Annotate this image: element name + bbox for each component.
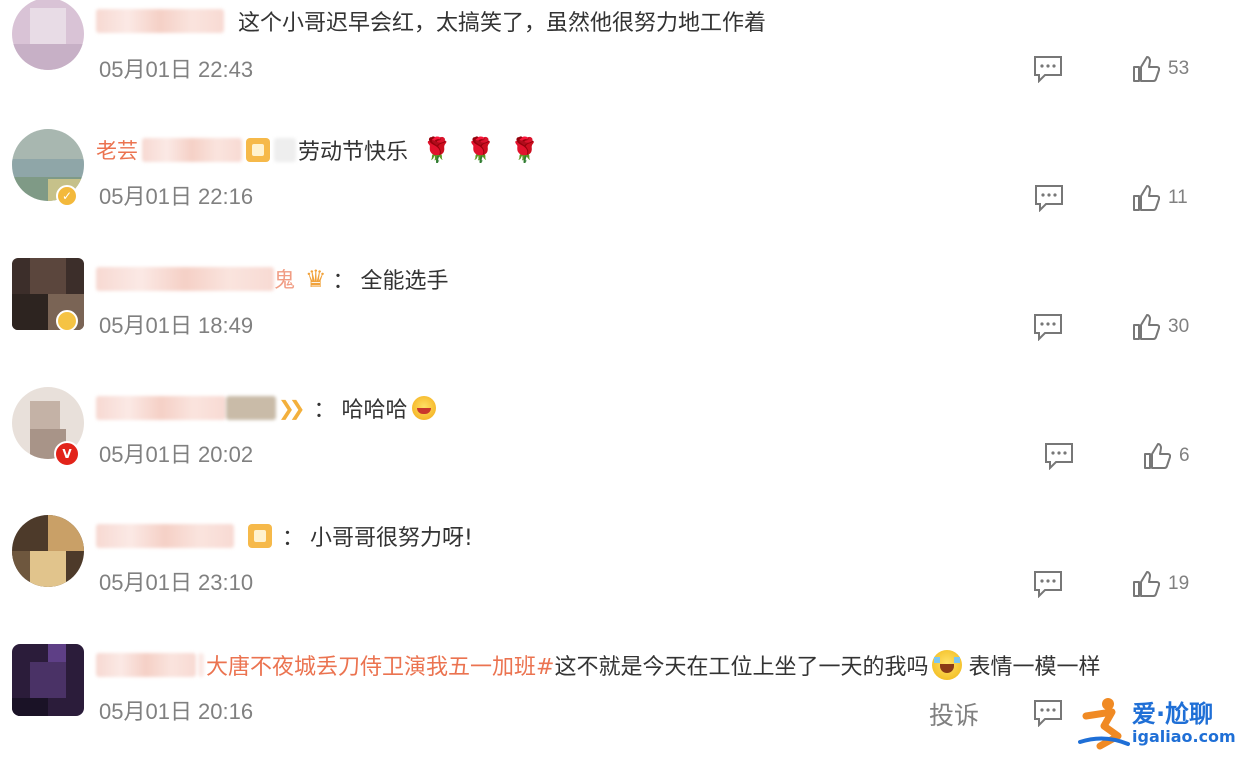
separator: ： xyxy=(282,526,305,551)
like-button[interactable]: 19 xyxy=(1132,567,1189,601)
like-count: 19 xyxy=(1168,573,1190,594)
rose-emoji-icon: 🌹 xyxy=(509,136,540,164)
like-count: 6 xyxy=(1179,445,1190,466)
thumbs-up-icon xyxy=(1133,314,1160,340)
comment-line: ： 小哥哥很努力呀! xyxy=(96,519,473,553)
reply-button[interactable] xyxy=(1033,313,1063,341)
like-count: 53 xyxy=(1168,58,1190,79)
avatar-pixel xyxy=(30,258,66,294)
comment-text: 劳动节快乐 xyxy=(298,140,409,165)
username-blurred[interactable] xyxy=(96,396,226,420)
comment-item: 大唐不夜城丢刀侍卫演我五一加班# 这不就是今天在工位上坐了一天的我吗 表情一模一… xyxy=(0,644,1243,763)
comment-text: 全能选手 xyxy=(360,269,449,294)
like-button[interactable]: 53 xyxy=(1132,52,1189,86)
comment-item: V ❯❯ ： 哈哈哈 05月01日 20:02 6 xyxy=(0,387,1243,515)
comment-text: 哈哈哈 xyxy=(341,398,408,423)
watermark-title: 爱·尬聊 xyxy=(1132,700,1214,728)
crying-laughing-emoji-icon xyxy=(932,650,963,680)
comment-text-after: 表情一模一样 xyxy=(968,655,1101,680)
vip-badge-icon xyxy=(56,310,78,332)
avatar[interactable] xyxy=(12,644,84,716)
comment-time: 05月01日 18:49 xyxy=(99,313,254,338)
comment-text: 这不就是今天在工位上坐了一天的我吗 xyxy=(554,655,929,680)
comment-text: 小哥哥很努力呀! xyxy=(310,526,473,551)
username-blurred[interactable] xyxy=(96,524,234,548)
comment-line: 老芸 劳动节快乐 🌹 🌹 🌹 xyxy=(96,133,540,167)
avatar-pixel xyxy=(48,515,84,551)
username-blurred xyxy=(274,138,296,162)
comment-time: 05月01日 20:16 xyxy=(99,699,254,724)
comment-time: 05月01日 22:16 xyxy=(99,184,254,209)
avatar-pixel xyxy=(30,551,66,587)
reply-button[interactable] xyxy=(1044,442,1074,470)
member-badge-icon xyxy=(248,524,272,548)
username-blurred[interactable] xyxy=(96,9,224,33)
separator: ： xyxy=(332,269,355,294)
comment-time: 05月01日 20:02 xyxy=(99,442,254,467)
verified-v-badge-icon: V xyxy=(54,441,80,467)
hashtag-link[interactable]: 大唐不夜城丢刀侍卫演我五一加班# xyxy=(206,649,554,681)
comment-time: 05月01日 23:10 xyxy=(99,570,254,595)
comment-icon xyxy=(1035,185,1063,212)
avatar[interactable] xyxy=(12,515,84,587)
reply-button[interactable] xyxy=(1033,570,1063,598)
comment-text: 这个小哥迟早会红，太搞笑了，虽然他很努力地工作着 xyxy=(238,11,767,36)
comment-icon xyxy=(1045,443,1073,470)
avatar-pixel xyxy=(12,159,84,177)
laughing-emoji-icon xyxy=(411,396,436,420)
reply-button[interactable] xyxy=(1033,55,1063,83)
comment-item: ✓ 老芸 劳动节快乐 🌹 🌹 🌹 05月01日 22:16 11 xyxy=(0,129,1243,257)
chevron-badge-icon: ❯❯ xyxy=(278,396,305,420)
avatar-pixel xyxy=(12,294,48,330)
avatar-pixel xyxy=(30,401,60,429)
comment-icon xyxy=(1034,56,1062,83)
comment-icon xyxy=(1034,700,1062,727)
verified-badge-icon: ✓ xyxy=(56,185,78,207)
comment-icon xyxy=(1034,571,1062,598)
like-button[interactable]: 11 xyxy=(1132,181,1188,215)
like-button[interactable]: 30 xyxy=(1132,310,1189,344)
username-blurred xyxy=(226,396,276,420)
report-button[interactable]: 投诉 xyxy=(929,696,979,732)
avatar-pixel xyxy=(12,698,48,716)
reply-button[interactable] xyxy=(1034,184,1064,212)
avatar-pixel xyxy=(12,44,84,70)
username-blurred[interactable] xyxy=(96,653,196,677)
avatar[interactable] xyxy=(12,0,84,70)
username-tail[interactable]: 鬼 xyxy=(274,264,295,294)
watermark-url: igaliao.com xyxy=(1132,727,1236,746)
separator: ： xyxy=(313,398,336,423)
username-blurred[interactable] xyxy=(96,267,274,291)
thumbs-up-icon xyxy=(1133,56,1160,82)
avatar-pixel xyxy=(12,551,30,587)
avatar-pixel xyxy=(30,8,66,44)
runner-logo-icon xyxy=(1078,698,1130,750)
comment-line: 鬼 ♛ ： 全能选手 xyxy=(96,262,449,296)
reply-button[interactable] xyxy=(1033,699,1063,727)
like-count: 11 xyxy=(1168,187,1188,208)
thumbs-up-icon xyxy=(1133,571,1160,597)
comment-icon xyxy=(1034,314,1062,341)
comment-time: 05月01日 22:43 xyxy=(99,57,254,82)
avatar-pixel xyxy=(30,662,66,698)
thumbs-up-icon xyxy=(1144,443,1171,469)
comment-item: ： 小哥哥很努力呀! 05月01日 23:10 19 xyxy=(0,515,1243,643)
comment-line: 大唐不夜城丢刀侍卫演我五一加班# 这不就是今天在工位上坐了一天的我吗 表情一模一… xyxy=(96,648,1100,682)
username[interactable]: 老芸 xyxy=(96,135,138,165)
avatar-pixel xyxy=(48,644,66,662)
crown-badge-icon: ♛ xyxy=(305,265,327,293)
site-watermark: 爱·尬聊 igaliao.com xyxy=(1074,694,1240,754)
like-count: 30 xyxy=(1168,316,1190,337)
comment-item: 这个小哥迟早会红，太搞笑了，虽然他很努力地工作着 05月01日 22:43 53 xyxy=(0,0,1243,128)
comment-item: 鬼 ♛ ： 全能选手 05月01日 18:49 30 xyxy=(0,258,1243,386)
like-button[interactable]: 6 xyxy=(1143,439,1190,473)
username-blurred[interactable] xyxy=(142,138,242,162)
member-badge-icon xyxy=(246,138,270,162)
comment-line: 这个小哥迟早会红，太搞笑了，虽然他很努力地工作着 xyxy=(96,4,766,38)
rose-emoji-icon: 🌹 xyxy=(422,136,452,164)
comment-line: ❯❯ ： 哈哈哈 xyxy=(96,391,436,425)
thumbs-up-icon xyxy=(1133,185,1160,211)
rose-emoji-icon: 🌹 xyxy=(465,136,496,164)
username-blurred xyxy=(198,653,204,677)
